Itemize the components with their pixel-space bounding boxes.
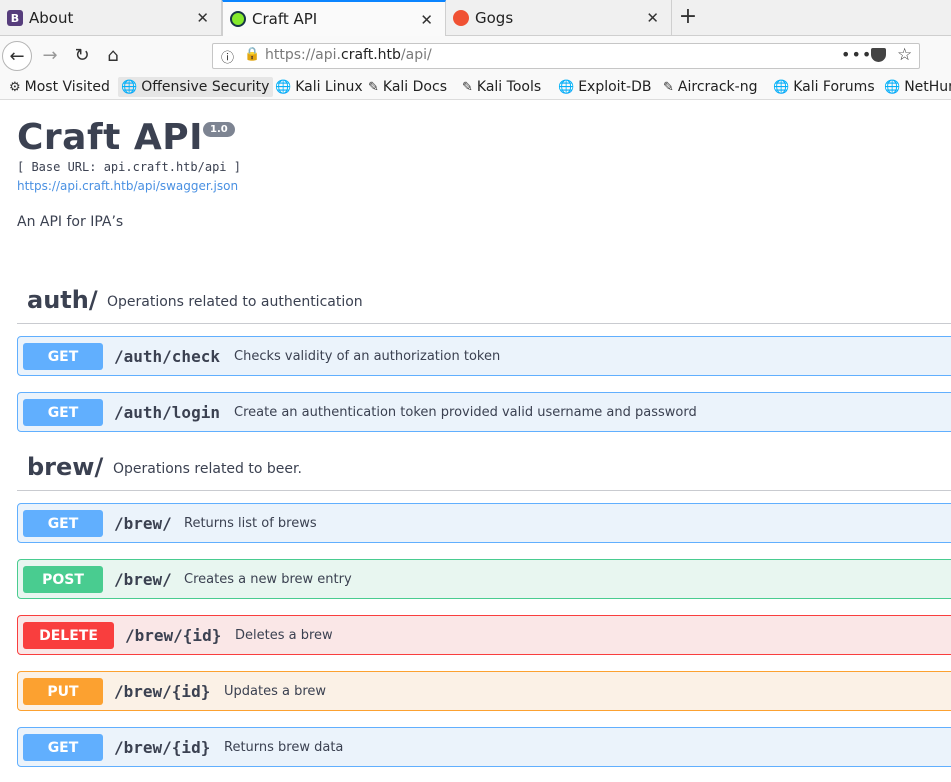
operation-path: /brew/ xyxy=(114,570,172,589)
tab-craft-api[interactable]: Craft API ✕ xyxy=(222,0,446,36)
bookmark-most-visited[interactable]: ⚙ Most Visited xyxy=(9,77,110,97)
bookmark-star-icon[interactable]: ☆ xyxy=(897,45,912,65)
method-badge: GET xyxy=(23,399,103,426)
tab-bar: B About ✕ Craft API ✕ Gogs ✕ + xyxy=(0,0,951,36)
operation-get-brew-id[interactable]: GET /brew/{id} Returns brew data xyxy=(17,727,951,767)
more-actions-icon[interactable]: ••• xyxy=(841,45,872,64)
api-description: An API for IPA’s xyxy=(17,214,124,230)
url-bar[interactable]: ⓘ 🔒 https://api.craft.htb/api/ ••• ☆ xyxy=(212,43,920,69)
operation-path: /brew/{id} xyxy=(114,738,211,757)
tab-label: Gogs xyxy=(475,9,514,27)
operation-summary: Returns list of brews xyxy=(184,516,317,531)
base-url: [ Base URL: api.craft.htb/api ] xyxy=(17,160,241,174)
aircrack-icon: ✎ xyxy=(663,79,674,95)
back-button[interactable]: ← xyxy=(2,41,32,71)
bookmark-kali-docs[interactable]: ✎ Kali Docs xyxy=(368,77,447,97)
tag-brew[interactable]: brew/ Operations related to beer. xyxy=(17,453,951,491)
tab-label: Craft API xyxy=(252,10,318,28)
swagger-json-link[interactable]: https://api.craft.htb/api/swagger.json xyxy=(17,179,238,193)
operation-path: /brew/{id} xyxy=(114,682,211,701)
operation-path: /brew/{id} xyxy=(125,626,222,645)
globe-icon: 🌐 xyxy=(121,79,138,95)
method-badge: DELETE xyxy=(23,622,114,649)
tag-name: brew/ xyxy=(27,453,104,481)
operation-summary: Deletes a brew xyxy=(235,628,333,643)
reload-button[interactable]: ↻ xyxy=(67,40,97,70)
operation-summary: Checks validity of an authorization toke… xyxy=(234,349,501,364)
globe-icon: 🌐 xyxy=(884,79,901,95)
bookmark-nethunter[interactable]: 🌐NetHunter xyxy=(884,77,951,97)
method-badge: GET xyxy=(23,343,103,370)
gear-icon: ⚙ xyxy=(9,79,21,95)
close-icon[interactable]: ✕ xyxy=(420,11,433,29)
operation-path: /brew/ xyxy=(114,514,172,533)
method-badge: GET xyxy=(23,734,103,761)
operation-path: /auth/check xyxy=(114,347,220,366)
bookmark-aircrack-ng[interactable]: ✎ Aircrack-ng xyxy=(663,77,757,97)
operation-summary: Create an authentication token provided … xyxy=(234,405,697,420)
forward-button[interactable]: → xyxy=(35,40,65,70)
method-badge: POST xyxy=(23,566,103,593)
operation-put-brew-id[interactable]: PUT /brew/{id} Updates a brew xyxy=(17,671,951,711)
tab-label: About xyxy=(29,9,74,27)
new-tab-button[interactable]: + xyxy=(678,5,698,29)
operation-summary: Returns brew data xyxy=(224,740,344,755)
tag-description: Operations related to authentication xyxy=(107,294,363,310)
bootstrap-icon: B xyxy=(7,10,23,26)
operation-delete-brew-id[interactable]: DELETE /brew/{id} Deletes a brew xyxy=(17,615,951,655)
bookmark-exploit-db[interactable]: 🌐 Exploit-DB xyxy=(558,77,651,97)
close-icon[interactable]: ✕ xyxy=(646,9,659,27)
bookmarks-toolbar: ⚙ Most Visited 🌐 Offensive Security 🌐 Kali … xyxy=(0,74,951,100)
kali-dragon-icon: ✎ xyxy=(462,79,473,95)
tab-about[interactable]: B About ✕ xyxy=(0,0,222,36)
globe-icon: 🌐 xyxy=(773,79,790,95)
operation-summary: Creates a new brew entry xyxy=(184,572,352,587)
operation-summary: Updates a brew xyxy=(224,684,327,699)
operation-get-brew[interactable]: GET /brew/ Returns list of brews xyxy=(17,503,951,543)
tab-gogs[interactable]: Gogs ✕ xyxy=(446,0,672,36)
tag-name: auth/ xyxy=(27,286,98,314)
home-button[interactable]: ⌂ xyxy=(98,40,128,70)
tag-auth[interactable]: auth/ Operations related to authenticati… xyxy=(17,286,951,324)
tag-description: Operations related to beer. xyxy=(113,461,302,477)
kali-dragon-icon: ✎ xyxy=(368,79,379,95)
method-badge: PUT xyxy=(23,678,103,705)
globe-icon: 🌐 xyxy=(275,79,292,95)
version-badge: 1.0 xyxy=(203,122,235,137)
bookmark-kali-tools[interactable]: ✎ Kali Tools xyxy=(462,77,541,97)
bookmark-offensive-security[interactable]: 🌐 Offensive Security xyxy=(118,77,274,97)
close-icon[interactable]: ✕ xyxy=(196,9,209,27)
bookmark-kali-forums[interactable]: 🌐 Kali Forums xyxy=(773,77,875,97)
operation-get-auth-login[interactable]: GET /auth/login Create an authentication… xyxy=(17,392,951,432)
gogs-icon xyxy=(453,10,469,26)
page-title: Craft API xyxy=(17,117,204,158)
url-text[interactable]: https://api.craft.htb/api/ xyxy=(265,47,432,63)
operation-path: /auth/login xyxy=(114,403,220,422)
bookmark-kali-linux[interactable]: 🌐 Kali Linux xyxy=(275,77,363,97)
operation-post-brew[interactable]: POST /brew/ Creates a new brew entry xyxy=(17,559,951,599)
lock-warning-icon[interactable]: 🔒 xyxy=(244,47,260,62)
globe-icon: 🌐 xyxy=(558,79,575,95)
swagger-icon xyxy=(230,11,246,27)
info-icon[interactable]: ⓘ xyxy=(221,47,234,66)
pocket-icon[interactable] xyxy=(871,48,886,62)
method-badge: GET xyxy=(23,510,103,537)
operation-get-auth-check[interactable]: GET /auth/check Checks validity of an au… xyxy=(17,336,951,376)
